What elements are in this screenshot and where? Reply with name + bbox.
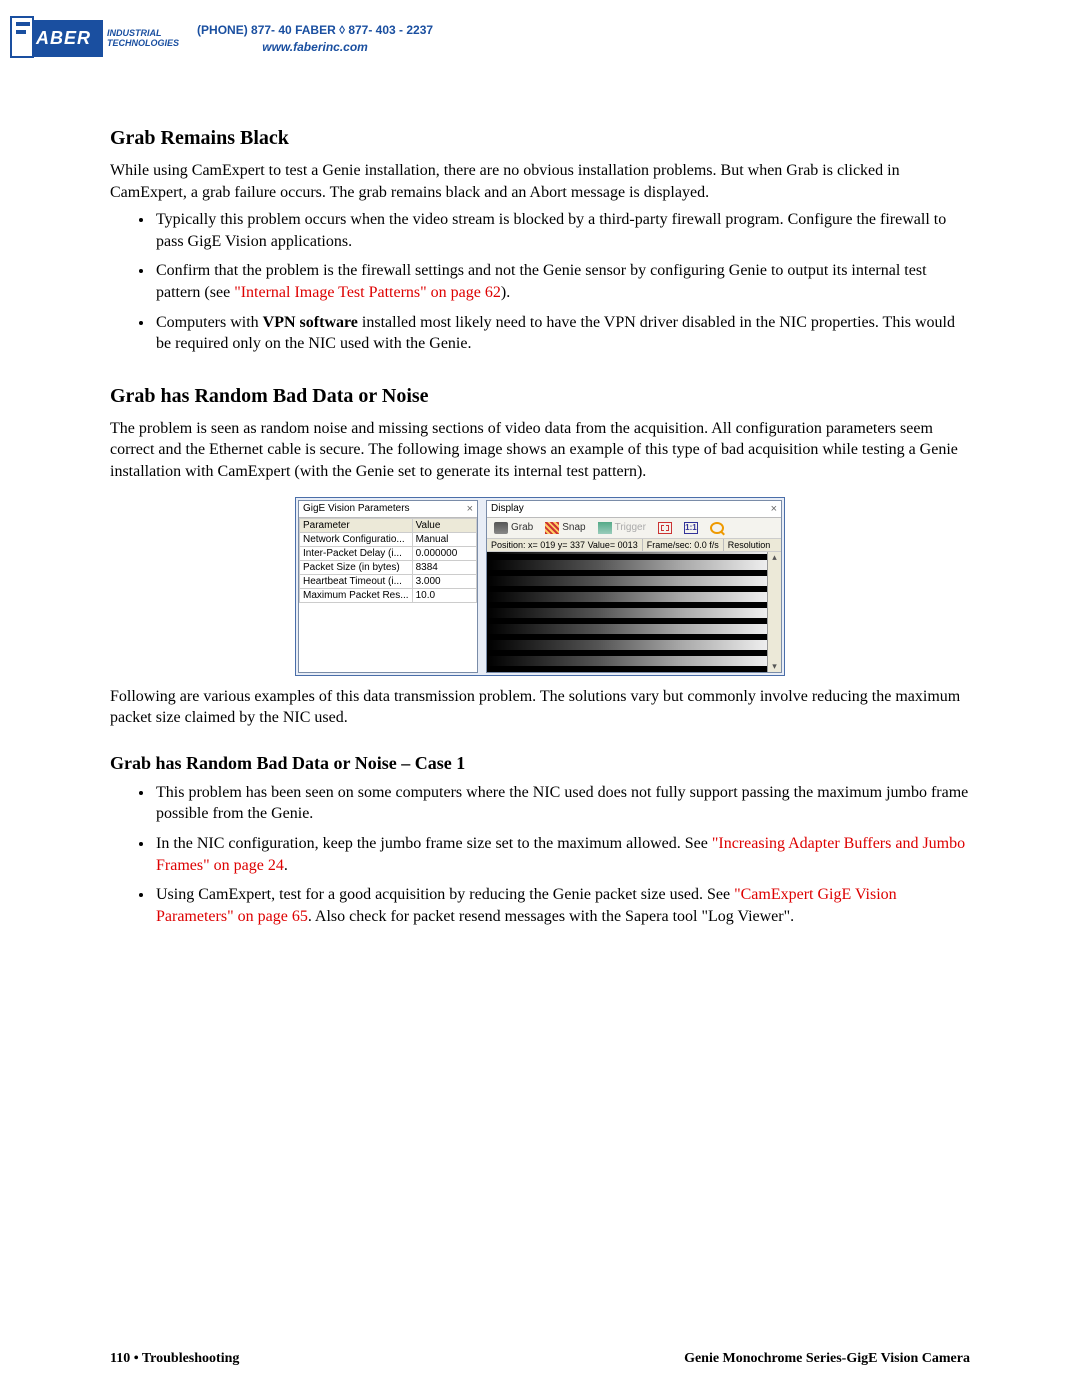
trigger-icon bbox=[598, 522, 612, 534]
table-row[interactable]: Heartbeat Timeout (i...3.000 bbox=[300, 574, 477, 588]
text-fragment: . Also check for packet resend messages … bbox=[308, 908, 794, 925]
text-fragment: Using CamExpert, test for a good acquisi… bbox=[156, 886, 734, 903]
heading-case-1: Grab has Random Bad Data or Noise – Case… bbox=[110, 753, 970, 774]
one-to-one-icon: 1:1 bbox=[684, 522, 698, 534]
param-name: Inter-Packet Delay (i... bbox=[300, 546, 413, 560]
phone-line: (PHONE) 877- 40 FABER ◊ 877- 403 - 2237 bbox=[197, 22, 433, 39]
status-fps: Frame/sec: 0.0 f/s bbox=[643, 539, 724, 551]
table-header-row: Parameter Value bbox=[300, 518, 477, 532]
logo-f-icon bbox=[10, 16, 34, 58]
param-value: 10.0 bbox=[412, 588, 476, 602]
snap-button[interactable]: Snap bbox=[540, 520, 590, 536]
tag-technologies: TECHNOLOGIES bbox=[107, 39, 179, 49]
link-test-patterns[interactable]: "Internal Image Test Patterns" on page 6… bbox=[234, 284, 501, 301]
params-title: GigE Vision Parameters bbox=[303, 503, 410, 514]
camera-icon bbox=[494, 522, 508, 534]
logo-brand: ABER bbox=[36, 28, 91, 48]
image-view[interactable]: ▴▾ bbox=[487, 552, 781, 672]
page-footer: 110 • Troubleshooting Genie Monochrome S… bbox=[110, 1351, 970, 1367]
fit-icon bbox=[658, 522, 672, 534]
logo-text: ABER bbox=[10, 20, 103, 57]
zoom-button[interactable] bbox=[705, 520, 729, 536]
intro-bad-data: The problem is seen as random noise and … bbox=[110, 418, 970, 483]
footer-left: 110 • Troubleshooting bbox=[110, 1351, 239, 1367]
table-row[interactable]: Network Configuratio...Manual bbox=[300, 532, 477, 546]
text-fragment: . bbox=[284, 857, 288, 874]
close-icon[interactable]: × bbox=[467, 503, 473, 515]
list-item: Confirm that the problem is the firewall… bbox=[154, 260, 970, 303]
fit-button[interactable] bbox=[653, 520, 677, 536]
text-fragment: In the NIC configuration, keep the jumbo… bbox=[156, 835, 712, 852]
btn-label: Grab bbox=[511, 522, 533, 533]
display-titlebar: Display × bbox=[487, 501, 781, 518]
list-grab-black: Typically this problem occurs when the v… bbox=[110, 209, 970, 355]
params-table: Parameter Value Network Configuratio...M… bbox=[299, 518, 477, 603]
table-row[interactable]: Packet Size (in bytes)8384 bbox=[300, 560, 477, 574]
app-screenshot: GigE Vision Parameters × Parameter Value… bbox=[295, 497, 785, 676]
btn-label: Snap bbox=[562, 522, 585, 533]
param-value: 8384 bbox=[412, 560, 476, 574]
btn-label: Trigger bbox=[615, 522, 646, 533]
params-panel: GigE Vision Parameters × Parameter Value… bbox=[298, 500, 478, 673]
snap-icon bbox=[545, 522, 559, 534]
list-item: Computers with VPN software installed mo… bbox=[154, 312, 970, 355]
param-name: Network Configuratio... bbox=[300, 532, 413, 546]
display-title: Display bbox=[491, 503, 524, 514]
param-value: Manual bbox=[412, 532, 476, 546]
heading-bad-data: Grab has Random Bad Data or Noise bbox=[110, 385, 970, 408]
noise-image bbox=[487, 552, 767, 672]
text-fragment: ). bbox=[501, 284, 510, 301]
list-case-1: This problem has been seen on some compu… bbox=[110, 782, 970, 928]
status-bar: Position: x= 019 y= 337 Value= 0013 Fram… bbox=[487, 539, 781, 552]
website-url: www.faberinc.com bbox=[197, 39, 433, 56]
list-item: In the NIC configuration, keep the jumbo… bbox=[154, 833, 970, 876]
param-value: 0.000000 bbox=[412, 546, 476, 560]
list-item: Using CamExpert, test for a good acquisi… bbox=[154, 884, 970, 927]
logo: ABER INDUSTRIAL TECHNOLOGIES bbox=[10, 20, 179, 57]
text-fragment: Computers with bbox=[156, 314, 263, 331]
table-row[interactable]: Maximum Packet Res...10.0 bbox=[300, 588, 477, 602]
col-parameter: Parameter bbox=[300, 518, 413, 532]
table-row[interactable]: Inter-Packet Delay (i...0.000000 bbox=[300, 546, 477, 560]
logo-tagline: INDUSTRIAL TECHNOLOGIES bbox=[107, 29, 179, 49]
scroll-up-icon[interactable]: ▴ bbox=[768, 552, 781, 563]
intro-grab-black: While using CamExpert to test a Genie in… bbox=[110, 160, 970, 203]
trigger-button[interactable]: Trigger bbox=[593, 520, 651, 536]
list-item: Typically this problem occurs when the v… bbox=[154, 209, 970, 252]
vertical-scrollbar[interactable]: ▴▾ bbox=[767, 552, 781, 672]
grab-button[interactable]: Grab bbox=[489, 520, 538, 536]
display-panel: Display × Grab Snap Trigger 1:1 Position… bbox=[486, 500, 782, 673]
bold-vpn: VPN software bbox=[263, 314, 358, 331]
page-header: ABER INDUSTRIAL TECHNOLOGIES (PHONE) 877… bbox=[10, 20, 970, 57]
param-name: Packet Size (in bytes) bbox=[300, 560, 413, 574]
close-icon[interactable]: × bbox=[771, 503, 777, 515]
status-position: Position: x= 019 y= 337 Value= 0013 bbox=[487, 539, 643, 551]
param-name: Heartbeat Timeout (i... bbox=[300, 574, 413, 588]
outro-bad-data: Following are various examples of this d… bbox=[110, 686, 970, 729]
footer-right: Genie Monochrome Series-GigE Vision Came… bbox=[684, 1351, 970, 1367]
params-titlebar: GigE Vision Parameters × bbox=[299, 501, 477, 518]
col-value: Value bbox=[412, 518, 476, 532]
scroll-down-icon[interactable]: ▾ bbox=[768, 661, 781, 672]
magnifier-icon bbox=[710, 522, 724, 534]
param-value: 3.000 bbox=[412, 574, 476, 588]
param-name: Maximum Packet Res... bbox=[300, 588, 413, 602]
heading-grab-black: Grab Remains Black bbox=[110, 127, 970, 150]
status-resolution: Resolution bbox=[724, 539, 781, 551]
zoom-11-button[interactable]: 1:1 bbox=[679, 520, 703, 536]
list-item: This problem has been seen on some compu… bbox=[154, 782, 970, 825]
display-toolbar: Grab Snap Trigger 1:1 bbox=[487, 518, 781, 539]
contact-block: (PHONE) 877- 40 FABER ◊ 877- 403 - 2237 … bbox=[197, 22, 433, 56]
